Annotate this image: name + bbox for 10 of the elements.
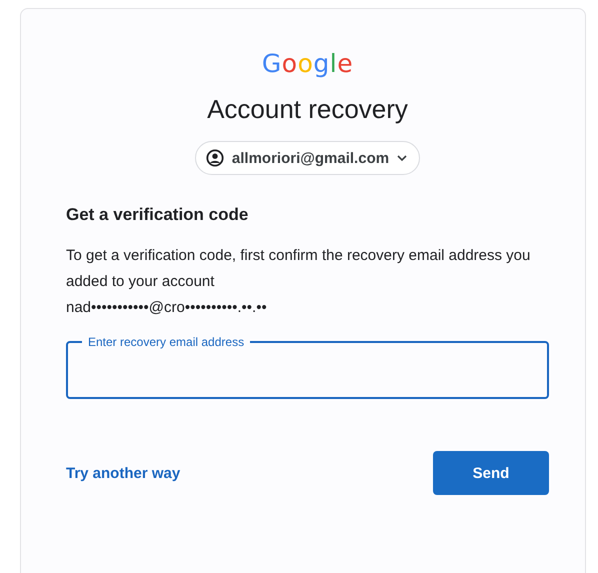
recovery-email-field[interactable]: Enter recovery email address [66, 335, 549, 399]
account-icon [206, 149, 224, 167]
send-button[interactable]: Send [433, 451, 549, 495]
account-chip[interactable]: allmoriori@gmail.com [194, 141, 420, 175]
masked-email: nad•••••••••••@cro••••••••••.••.•• [66, 298, 268, 318]
page-title: Account recovery [207, 94, 408, 125]
section-heading: Get a verification code [66, 205, 250, 225]
try-another-way-link[interactable]: Try another way [66, 464, 180, 482]
chevron-down-icon [397, 154, 408, 162]
logo: Google [262, 49, 354, 78]
